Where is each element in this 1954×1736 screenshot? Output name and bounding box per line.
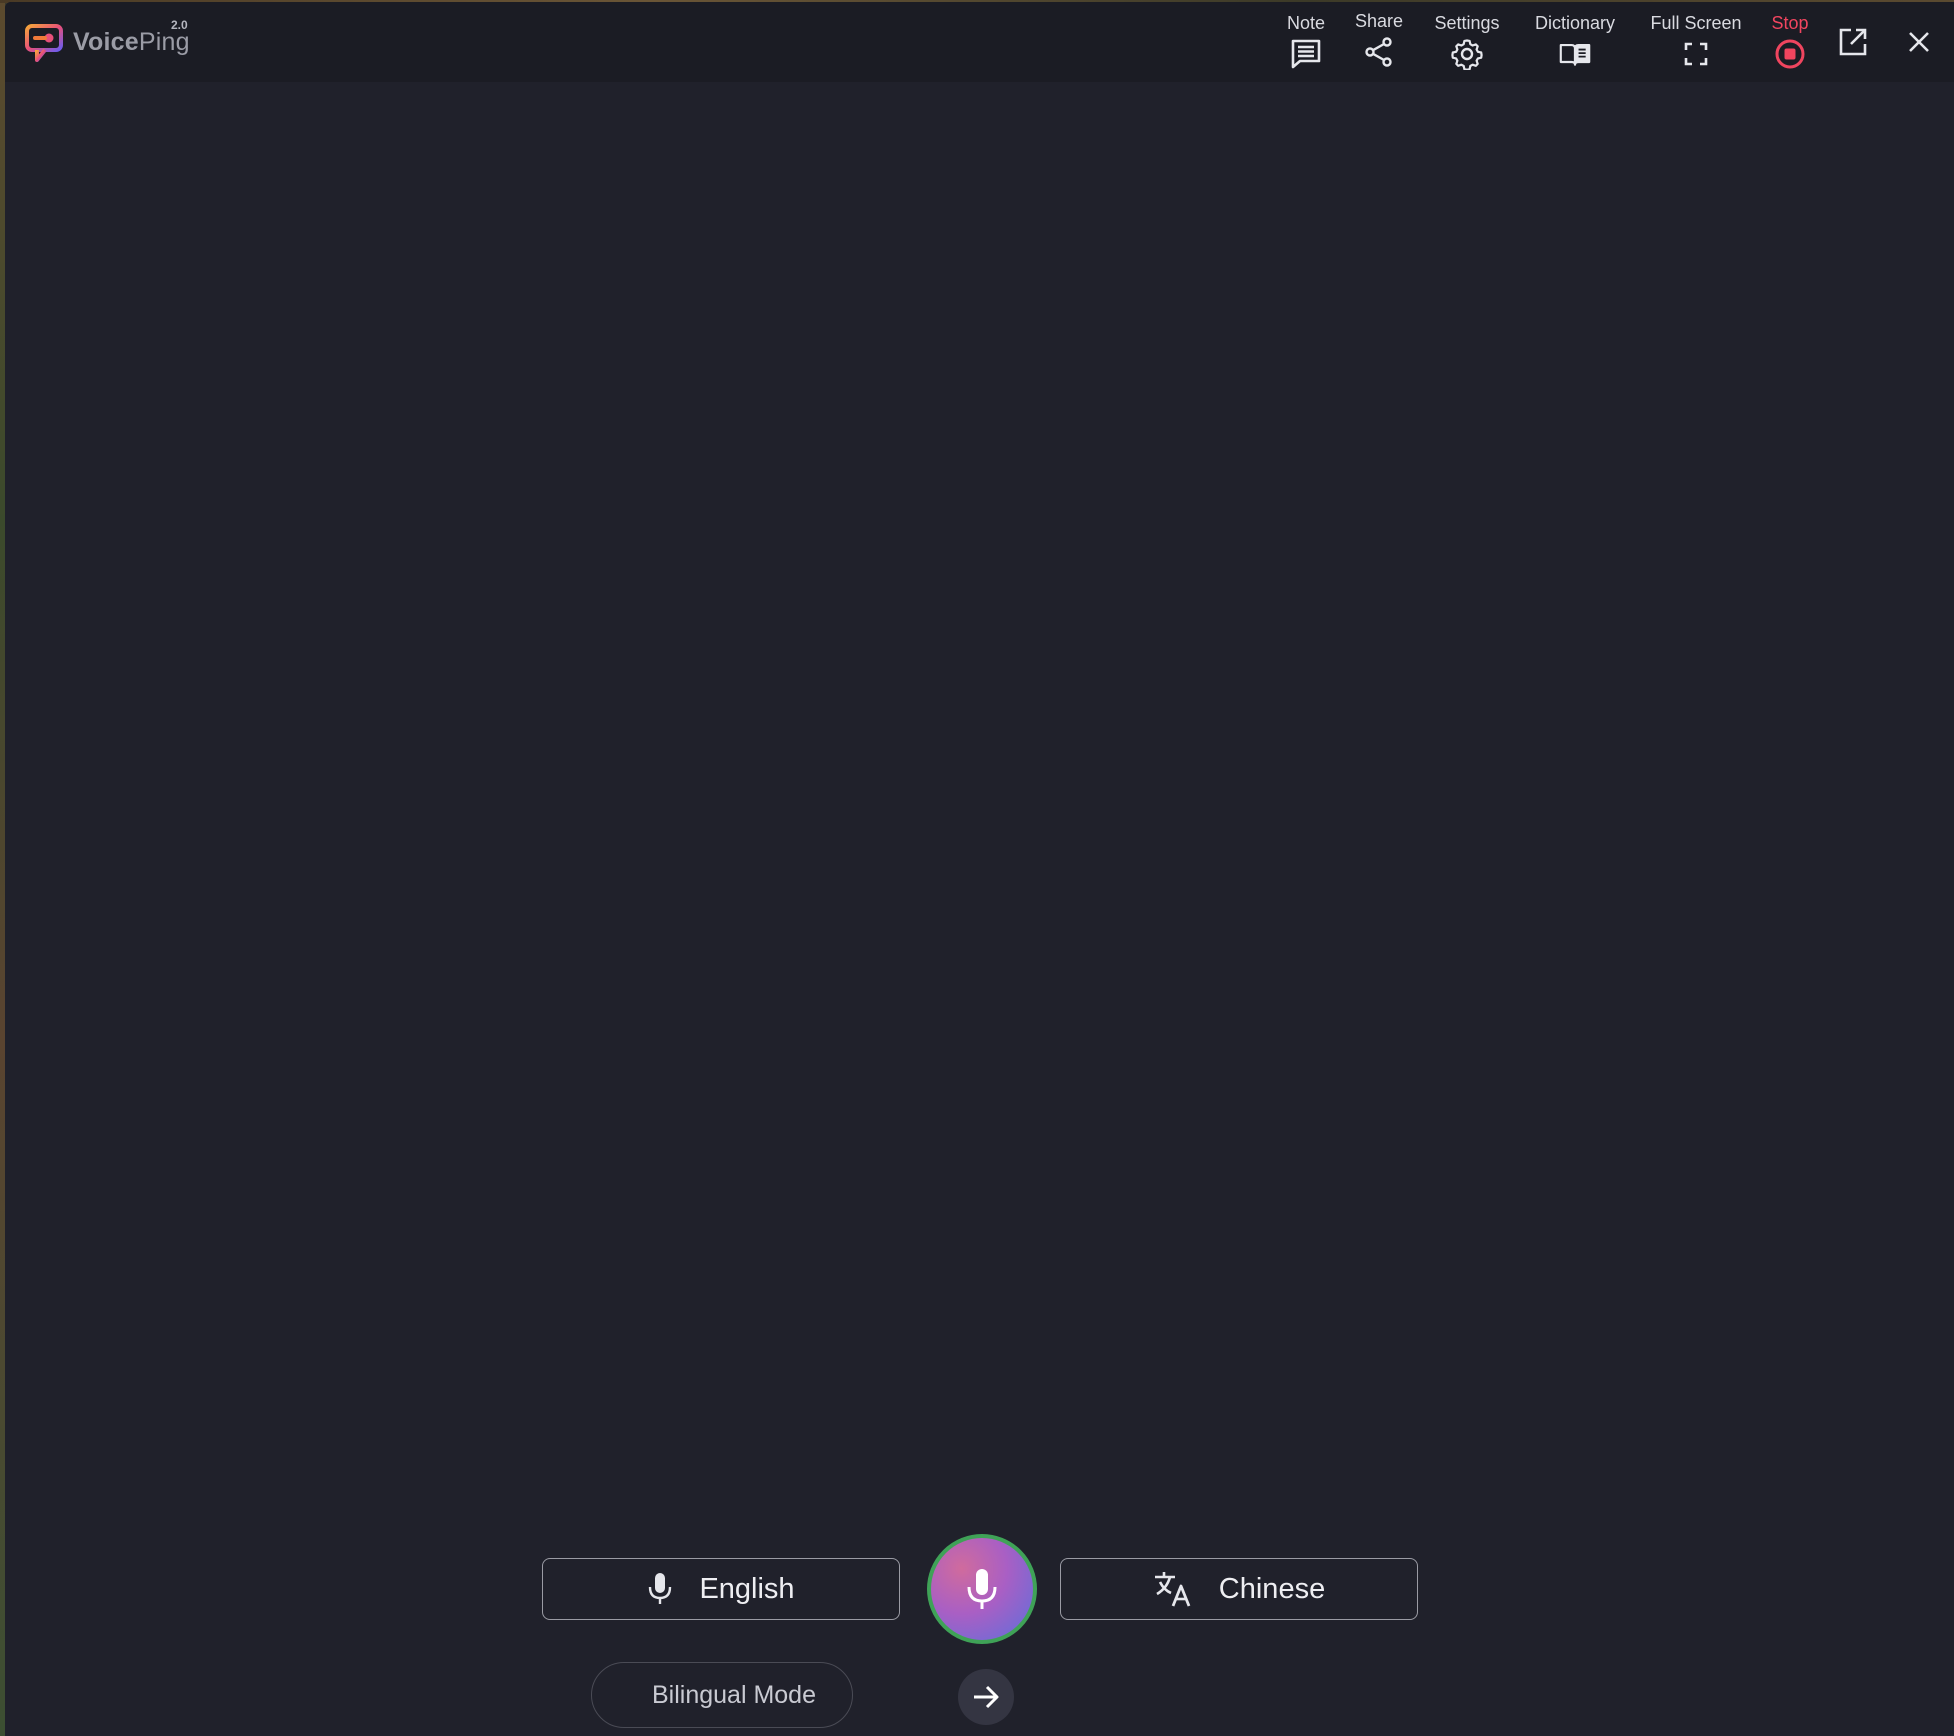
record-mic-button[interactable]	[927, 1534, 1037, 1644]
share-label: Share	[1354, 11, 1404, 31]
settings-button[interactable]: Settings	[1429, 12, 1505, 74]
close-icon	[1909, 32, 1929, 52]
stop-label: Stop	[1771, 13, 1809, 33]
note-button[interactable]: Note	[1281, 12, 1331, 74]
dictionary-button[interactable]: Dictionary	[1527, 12, 1623, 74]
arrow-right-icon	[974, 1685, 999, 1709]
direction-arrow-button[interactable]	[958, 1669, 1014, 1725]
source-language-button[interactable]: English	[542, 1558, 900, 1620]
close-button[interactable]	[1901, 24, 1937, 60]
fullscreen-icon	[1680, 38, 1712, 70]
target-language-label: Chinese	[1218, 1572, 1326, 1605]
note-icon	[1290, 38, 1322, 70]
book-icon	[1559, 38, 1591, 70]
source-language-label: English	[699, 1572, 795, 1605]
share-button[interactable]: Share	[1351, 10, 1407, 72]
gear-icon	[1451, 38, 1483, 70]
microphone-icon	[967, 1569, 997, 1609]
bilingual-mode-toggle[interactable]: Bilingual Mode	[591, 1662, 853, 1728]
voiceping-logo-icon	[25, 24, 63, 62]
fullscreen-button[interactable]: Full Screen	[1645, 12, 1747, 74]
dictionary-label: Dictionary	[1534, 13, 1616, 33]
app-name-bold: Voice	[73, 27, 139, 56]
app-window: VoicePing 2.0 Note Share Settings Dictio…	[5, 2, 1954, 1736]
settings-label: Settings	[1434, 13, 1500, 33]
app-logo: VoicePing	[23, 20, 190, 64]
share-icon	[1363, 36, 1395, 68]
stop-button[interactable]: Stop	[1767, 12, 1813, 74]
popout-button[interactable]	[1835, 24, 1871, 60]
title-bar: VoicePing 2.0 Note Share Settings Dictio…	[5, 2, 1954, 82]
microphone-icon	[647, 1571, 673, 1607]
stop-icon	[1774, 38, 1806, 70]
bilingual-mode-label: Bilingual Mode	[652, 1680, 816, 1709]
app-version: 2.0	[171, 18, 188, 32]
target-language-button[interactable]: Chinese	[1060, 1558, 1418, 1620]
fullscreen-label: Full Screen	[1650, 13, 1742, 33]
translate-icon	[1153, 1570, 1193, 1608]
transcript-area	[5, 82, 1954, 1522]
external-link-icon	[1839, 28, 1867, 56]
note-label: Note	[1286, 13, 1326, 33]
